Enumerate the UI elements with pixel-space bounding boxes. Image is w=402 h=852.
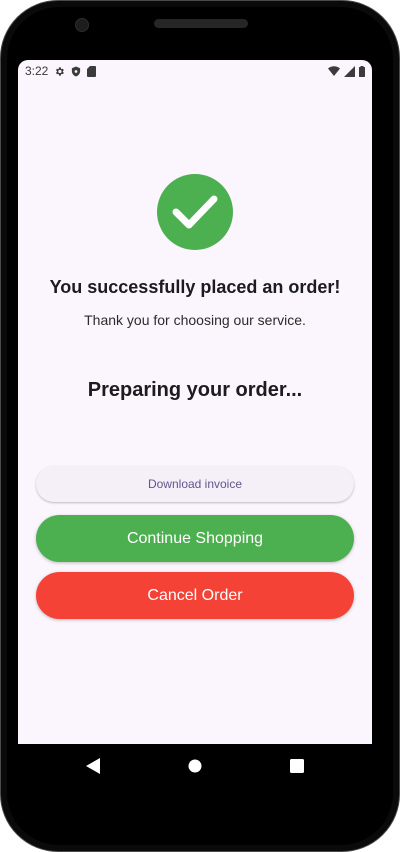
front-camera <box>75 18 89 32</box>
back-icon[interactable] <box>81 754 105 778</box>
success-subtitle: Thank you for choosing our service. <box>84 312 306 328</box>
signal-icon <box>344 65 355 77</box>
status-left: 3:22 <box>25 64 97 78</box>
shield-icon <box>71 65 81 77</box>
system-navigation-bar <box>18 744 372 788</box>
recents-icon[interactable] <box>285 754 309 778</box>
status-right <box>328 65 365 77</box>
continue-shopping-button[interactable]: Continue Shopping <box>36 515 354 562</box>
earpiece-speaker <box>154 19 248 28</box>
sd-card-icon <box>87 65 97 77</box>
check-circle-icon <box>157 174 233 250</box>
order-status-text: Preparing your order... <box>87 379 303 401</box>
success-title: You successfully placed an order! <box>49 277 341 297</box>
wifi-icon <box>328 66 340 76</box>
status-time: 3:22 <box>25 64 49 78</box>
gear-icon <box>54 66 65 77</box>
status-bar: 3:22 <box>18 60 372 82</box>
home-icon[interactable] <box>183 754 207 778</box>
download-invoice-button[interactable]: Download invoice <box>36 466 354 502</box>
cancel-order-button[interactable]: Cancel Order <box>36 572 354 619</box>
app-screen: 3:22 You successfully placed an order! T… <box>18 60 372 744</box>
battery-icon <box>359 65 365 77</box>
